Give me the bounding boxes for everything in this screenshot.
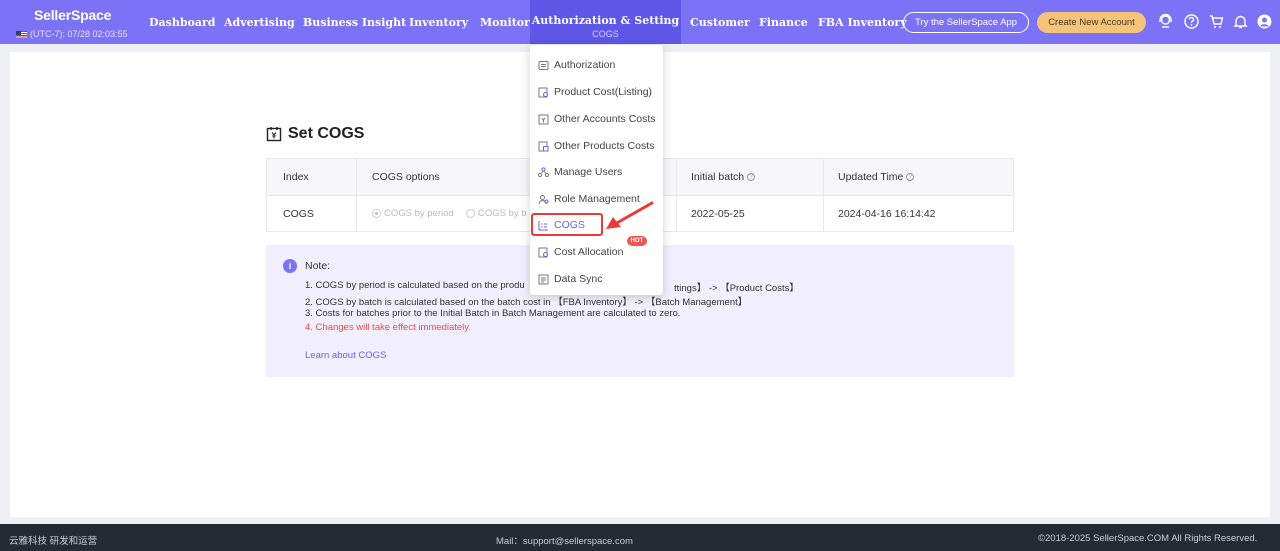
- nav-advertising[interactable]: Advertising: [224, 0, 295, 44]
- cogs-highlight-box: [531, 213, 603, 236]
- authorization-icon: [538, 60, 549, 70]
- products-costs-icon: [538, 141, 549, 151]
- header-updated-time-label: Updated Time: [838, 171, 904, 183]
- menu-item-product-cost[interactable]: Product Cost(Listing): [530, 79, 663, 105]
- nav-inventory[interactable]: Inventory: [409, 0, 468, 44]
- footer-copyright: ©2018-2025 SellerSpace.COM All Rights Re…: [1038, 533, 1258, 544]
- note-title: Note:: [305, 260, 331, 272]
- note-line-1-continued: ttings】 -> 【Product Costs】: [674, 283, 799, 294]
- learn-about-cogs-link[interactable]: Learn about COGS: [305, 350, 386, 361]
- try-app-button[interactable]: Try the SellerSpace App: [903, 12, 1029, 33]
- users-icon: [538, 166, 549, 177]
- note-line-3: 3. Costs for batches prior to the Initia…: [305, 308, 681, 319]
- header-initial-batch-label: Initial batch: [691, 171, 745, 183]
- support-icon[interactable]: [1157, 13, 1174, 30]
- accounts-costs-icon: [538, 114, 549, 124]
- menu-item-label: Data Sync: [554, 273, 603, 285]
- product-cost-icon: [538, 87, 548, 97]
- authorization-setting-dropdown: Authorization Product Cost(Listing) Othe…: [530, 45, 663, 295]
- page-title-text: Set COGS: [288, 125, 365, 142]
- nav-authorization-setting[interactable]: Authorization & Setting COGS: [530, 0, 681, 44]
- top-navigation-bar: SellerSpace (UTC-7): 07/28 02:03:55 Dash…: [0, 0, 1280, 44]
- header-initial-batch: Initial batch ?: [691, 171, 756, 183]
- role-icon: [538, 194, 549, 204]
- note-line-4: 4. Changes will take effect immediately.: [305, 322, 471, 333]
- create-account-button[interactable]: Create New Account: [1037, 12, 1146, 33]
- header-updated-time: Updated Time ?: [838, 171, 915, 183]
- radio-label-batch: COGS by b: [478, 208, 527, 219]
- cart-icon[interactable]: [1208, 13, 1225, 30]
- nav-authorization-setting-label: Authorization & Setting: [531, 14, 680, 27]
- radio-icon[interactable]: [466, 209, 475, 218]
- radio-label-period: COGS by period: [384, 208, 454, 219]
- pointer-arrow-icon: [606, 201, 654, 229]
- bell-icon[interactable]: [1232, 13, 1249, 30]
- page-title: Set COGS: [266, 125, 364, 143]
- help-icon[interactable]: [1183, 13, 1200, 30]
- footer-company: 云雅科技 研发和运营: [9, 536, 98, 547]
- note-line-1: 1. COGS by period is calculated based on…: [305, 280, 525, 291]
- nav-fba-inventory[interactable]: FBA Inventory: [818, 0, 907, 44]
- help-icon[interactable]: ?: [906, 173, 915, 181]
- us-flag-icon: [16, 30, 27, 38]
- row-initial-batch: 2022-05-25: [691, 208, 745, 220]
- header-cogs-options: COGS options: [372, 171, 440, 183]
- menu-item-authorization[interactable]: Authorization: [530, 52, 663, 78]
- column-divider: [676, 159, 677, 231]
- menu-item-label: Product Cost(Listing): [554, 86, 653, 98]
- menu-item-other-accounts-costs[interactable]: Other Accounts Costs: [530, 106, 663, 132]
- data-sync-icon: [538, 274, 549, 284]
- note-line-2: 2. COGS by batch is calculated based on …: [305, 297, 748, 308]
- radio-icon[interactable]: [372, 209, 381, 218]
- info-icon: i: [283, 259, 297, 273]
- nav-monitor[interactable]: Monitor: [480, 0, 530, 44]
- nav-business-insight[interactable]: Business Insight: [303, 0, 406, 44]
- radio-cogs-by-batch[interactable]: COGS by b: [466, 208, 527, 219]
- menu-item-label: Authorization: [554, 59, 616, 71]
- menu-item-label: Manage Users: [554, 166, 623, 178]
- header-index: Index: [283, 171, 309, 183]
- menu-item-manage-users[interactable]: Manage Users: [530, 159, 663, 185]
- cost-allocation-icon: [538, 247, 548, 257]
- menu-item-label: Other Products Costs: [554, 140, 655, 152]
- column-divider: [823, 159, 824, 231]
- menu-item-data-sync[interactable]: Data Sync: [530, 266, 663, 292]
- nav-authorization-setting-sub: COGS: [592, 29, 619, 39]
- hot-badge: HOT: [627, 236, 647, 246]
- menu-item-label: Cost Allocation: [554, 246, 624, 258]
- footer: 云雅科技 研发和运营 Mail：support@sellerspace.com …: [0, 524, 1280, 551]
- nav-finance[interactable]: Finance: [759, 0, 808, 44]
- row-index: COGS: [283, 208, 314, 220]
- column-divider: [356, 159, 357, 231]
- calendar-yen-icon: [266, 127, 282, 142]
- row-updated-time: 2024-04-16 16:14:42: [838, 208, 936, 220]
- help-icon[interactable]: ?: [747, 173, 756, 181]
- logo[interactable]: SellerSpace: [34, 7, 111, 23]
- nav-dashboard[interactable]: Dashboard: [149, 0, 216, 44]
- footer-mail[interactable]: Mail：support@sellerspace.com: [496, 533, 633, 547]
- radio-cogs-by-period[interactable]: COGS by period: [372, 208, 454, 219]
- timezone-display: (UTC-7): 07/28 02:03:55: [16, 29, 128, 39]
- menu-item-other-products-costs[interactable]: Other Products Costs: [530, 133, 663, 159]
- timezone-text: (UTC-7): 07/28 02:03:55: [30, 29, 128, 39]
- user-icon[interactable]: [1256, 13, 1273, 30]
- nav-customer[interactable]: Customer: [690, 0, 750, 44]
- menu-item-label: Other Accounts Costs: [554, 113, 656, 125]
